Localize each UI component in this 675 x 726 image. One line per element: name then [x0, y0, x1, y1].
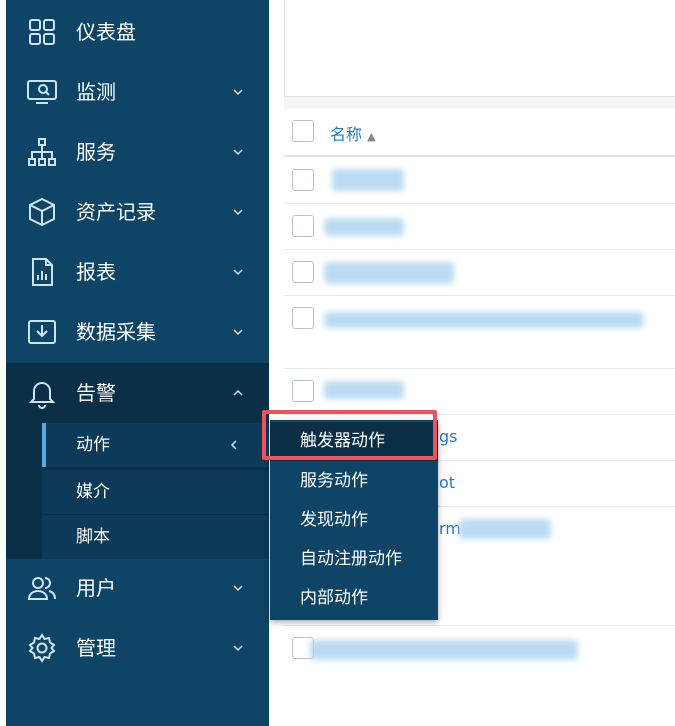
chevron-down-icon	[233, 149, 243, 156]
menu-item-label: 服务动作	[300, 471, 368, 491]
redacted-text	[332, 169, 404, 191]
table-row	[284, 204, 675, 250]
table-row	[284, 250, 675, 296]
submenu-actions[interactable]: 动作	[42, 423, 269, 467]
row-link-fragment[interactable]: rm	[439, 519, 461, 538]
highlight-annotation	[262, 410, 437, 460]
menu-item-label: 自动注册动作	[300, 549, 402, 569]
nav-users[interactable]: 用户	[6, 558, 269, 618]
hierarchy-icon	[28, 138, 56, 166]
nav-label: 报表	[76, 260, 116, 284]
chevron-down-icon	[233, 89, 243, 96]
column-header-name[interactable]: 名称 ▲	[330, 121, 376, 145]
row-checkbox[interactable]	[292, 307, 314, 329]
nav-alerts[interactable]: 告警	[6, 363, 269, 423]
redacted-text	[310, 640, 578, 660]
row-checkbox[interactable]	[292, 169, 314, 191]
redacted-text	[324, 262, 454, 284]
row-link-fragment[interactable]: ot	[439, 473, 455, 492]
submenu-label: 媒介	[76, 482, 110, 502]
active-indicator	[42, 423, 46, 467]
table-row	[284, 296, 675, 369]
box-icon	[29, 197, 55, 227]
nav-label: 仪表盘	[76, 20, 136, 44]
report-icon	[32, 258, 53, 286]
sort-asc-icon: ▲	[367, 130, 376, 143]
users-icon	[27, 577, 56, 600]
chevron-up-icon	[233, 389, 243, 396]
submenu-media[interactable]: 媒介	[42, 469, 269, 514]
monitor-icon	[27, 80, 57, 104]
gear-icon	[28, 633, 56, 663]
chevron-down-icon	[233, 645, 243, 652]
chevron-down-icon	[233, 209, 243, 216]
table-header: 名称 ▲	[284, 109, 675, 157]
table-row	[284, 369, 675, 415]
menu-item-autoregistration-actions[interactable]: 自动注册动作	[270, 540, 438, 579]
table-row	[284, 157, 675, 204]
nav-label: 管理	[76, 636, 116, 660]
menu-item-discovery-actions[interactable]: 发现动作	[270, 501, 438, 540]
sidebar: 仪表盘 监测 服务 资产记录 报表 数据采集 告警 动作 媒介 脚本 用户 管理	[6, 0, 269, 726]
row-checkbox[interactable]	[292, 261, 314, 283]
submenu-label: 动作	[76, 435, 110, 455]
download-icon	[28, 320, 56, 344]
row-checkbox[interactable]	[292, 380, 314, 402]
filter-panel	[284, 0, 675, 97]
nav-services[interactable]: 服务	[6, 122, 269, 182]
redacted-text	[324, 218, 404, 236]
chevron-down-icon	[233, 269, 243, 276]
redacted-text	[324, 312, 644, 328]
nav-data-collection[interactable]: 数据采集	[6, 302, 269, 362]
chevron-down-icon	[233, 585, 243, 592]
bell-icon	[28, 382, 56, 409]
nav-label: 告警	[76, 381, 116, 405]
submenu-scripts[interactable]: 脚本	[42, 514, 269, 559]
nav-admin[interactable]: 管理	[6, 618, 269, 678]
nav-label: 监测	[76, 80, 116, 104]
nav-inventory[interactable]: 资产记录	[6, 182, 269, 242]
nav-label: 用户	[76, 576, 116, 600]
menu-item-label: 内部动作	[300, 588, 368, 608]
chevron-left-icon	[230, 440, 237, 450]
menu-item-label: 发现动作	[300, 510, 368, 530]
nav-label: 资产记录	[76, 200, 156, 224]
row-checkbox[interactable]	[292, 215, 314, 237]
menu-item-service-actions[interactable]: 服务动作	[270, 462, 438, 501]
nav-label: 服务	[76, 140, 116, 164]
nav-reports[interactable]: 报表	[6, 242, 269, 302]
nav-monitoring[interactable]: 监测	[6, 62, 269, 122]
section-gap	[284, 97, 675, 109]
select-all-checkbox[interactable]	[292, 120, 314, 142]
row-link-fragment[interactable]: gs	[439, 427, 458, 446]
submenu-label: 脚本	[76, 527, 110, 547]
menu-item-internal-actions[interactable]: 内部动作	[270, 579, 438, 618]
redacted-text	[324, 381, 404, 399]
grid-icon	[29, 19, 55, 45]
nav-dashboard[interactable]: 仪表盘	[6, 2, 269, 62]
alerts-group: 告警 动作 媒介 脚本	[6, 363, 269, 559]
redacted-text	[459, 519, 551, 539]
table-row	[284, 626, 675, 672]
chevron-down-icon	[233, 329, 243, 336]
nav-label: 数据采集	[76, 320, 156, 344]
